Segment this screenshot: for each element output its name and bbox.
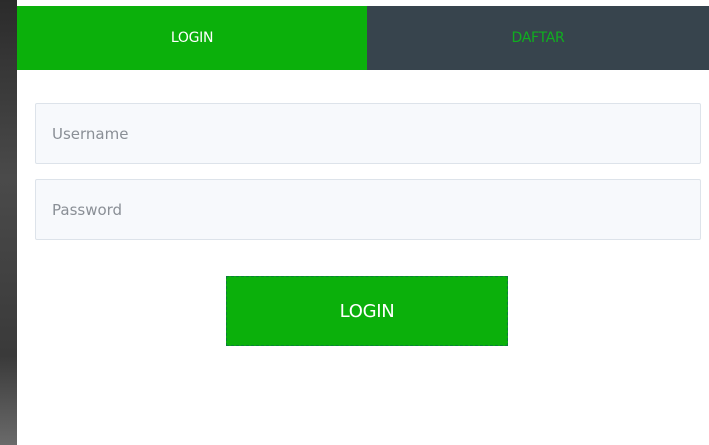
login-button-label: LOGIN [339, 300, 395, 322]
auth-tabs: LOGIN DAFTAR [17, 6, 709, 70]
login-button[interactable]: LOGIN [226, 276, 508, 346]
tab-login[interactable]: LOGIN [17, 6, 367, 70]
submit-wrapper: LOGIN [226, 276, 508, 346]
login-modal: LOGIN DAFTAR LOGIN [17, 6, 709, 445]
page-backdrop [0, 0, 17, 445]
password-input[interactable] [35, 179, 701, 240]
tab-daftar-label: DAFTAR [511, 30, 565, 46]
tab-login-label: LOGIN [170, 30, 214, 46]
username-input[interactable] [35, 103, 701, 164]
tab-daftar[interactable]: DAFTAR [367, 6, 709, 70]
login-form [35, 103, 701, 255]
